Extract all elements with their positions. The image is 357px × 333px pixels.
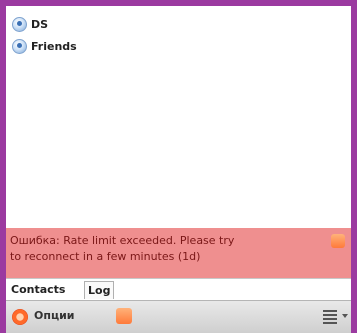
messenger-window: DS Friends Ошибка: Rate limit exceeded. … bbox=[6, 6, 351, 333]
bottom-toolbar: Опции bbox=[6, 300, 351, 333]
options-button[interactable]: Опции bbox=[34, 309, 75, 322]
error-text-line-2: to reconnect in a few minutes (1d) bbox=[10, 250, 201, 263]
group-icon bbox=[12, 38, 27, 54]
options-icon[interactable] bbox=[12, 309, 28, 325]
error-text-line-1: Ошибка: Rate limit exceeded. Please try bbox=[10, 234, 235, 247]
chevron-down-icon[interactable] bbox=[342, 314, 348, 318]
tab-log[interactable]: Log bbox=[84, 281, 115, 299]
contact-group-friends[interactable]: Friends bbox=[12, 37, 77, 55]
error-close-icon[interactable] bbox=[331, 234, 345, 248]
tab-contacts[interactable]: Contacts bbox=[8, 281, 68, 299]
group-icon bbox=[12, 16, 27, 32]
tab-bar: Contacts Log bbox=[6, 278, 351, 300]
group-label: Friends bbox=[31, 39, 77, 53]
contact-list: DS Friends bbox=[6, 6, 351, 228]
menu-icon[interactable] bbox=[323, 310, 337, 324]
contact-group-ds[interactable]: DS bbox=[12, 15, 48, 33]
status-icon[interactable] bbox=[116, 308, 132, 324]
group-label: DS bbox=[31, 17, 49, 31]
error-banner[interactable]: Ошибка: Rate limit exceeded. Please try … bbox=[6, 228, 351, 278]
